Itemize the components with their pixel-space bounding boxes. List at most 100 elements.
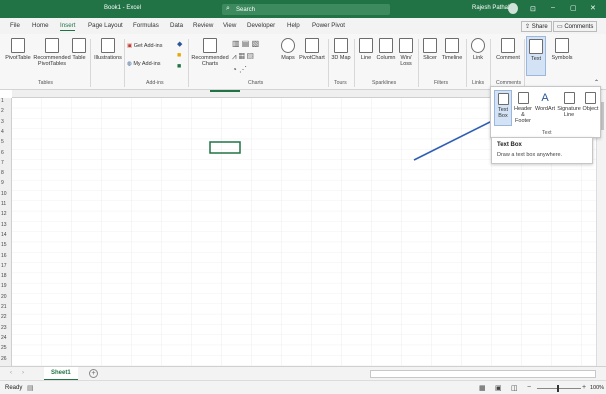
header-footer-button[interactable]: Header & Footer bbox=[513, 92, 533, 124]
page-layout-view-icon[interactable]: ▣ bbox=[495, 384, 502, 392]
row-number[interactable]: 19 bbox=[1, 283, 11, 289]
row-number[interactable]: 12 bbox=[1, 211, 11, 217]
row-number[interactable]: 11 bbox=[1, 201, 11, 207]
tab-data[interactable]: Data bbox=[170, 22, 183, 29]
minimize-button[interactable]: – bbox=[551, 4, 555, 11]
search-placeholder: Search bbox=[236, 6, 256, 13]
pie-chart-icon[interactable]: ◔ ⋰ bbox=[232, 65, 247, 74]
avatar[interactable] bbox=[508, 3, 518, 14]
row-number[interactable]: 21 bbox=[1, 304, 11, 310]
row-number[interactable]: 22 bbox=[1, 314, 11, 320]
add-sheet-icon[interactable]: + bbox=[89, 369, 98, 378]
zoom-level[interactable]: 100% bbox=[590, 385, 604, 391]
comments-button[interactable]: ▭ Comments bbox=[553, 21, 598, 32]
comment-label: Comment bbox=[496, 55, 520, 61]
row-number[interactable]: 20 bbox=[1, 294, 11, 300]
get-addins-button[interactable]: ▣ Get Add-ins bbox=[127, 43, 162, 49]
timeline-button[interactable]: Timeline bbox=[440, 38, 464, 61]
zoom-in-icon[interactable]: + bbox=[582, 384, 586, 391]
zoom-slider-handle[interactable] bbox=[557, 385, 559, 392]
row-number[interactable]: 2 bbox=[1, 108, 11, 114]
tab-view[interactable]: View bbox=[223, 22, 236, 29]
row-number[interactable]: 17 bbox=[1, 263, 11, 269]
column-chart-icon[interactable]: ▥ ▤ ▧ bbox=[232, 39, 259, 48]
tab-formulas[interactable]: Formulas bbox=[133, 22, 159, 29]
tab-review[interactable]: Review bbox=[193, 22, 213, 29]
tab-file[interactable]: File bbox=[10, 22, 20, 29]
row-number[interactable]: 3 bbox=[1, 119, 11, 125]
row-number[interactable]: 24 bbox=[1, 335, 11, 341]
signature-icon bbox=[563, 92, 575, 104]
row-number[interactable]: 1 bbox=[1, 98, 11, 104]
macro-recording-icon[interactable]: ▤ bbox=[27, 384, 34, 392]
share-button[interactable]: ⇪ Share bbox=[521, 21, 552, 32]
pivotchart-label: PivotChart bbox=[299, 55, 325, 61]
people-graph-icon[interactable]: ■ bbox=[177, 52, 181, 59]
recommended-charts-button[interactable]: Recommended Charts bbox=[191, 38, 229, 67]
ribbon-display-icon[interactable]: ⊡ bbox=[530, 5, 536, 13]
row-number[interactable]: 15 bbox=[1, 242, 11, 248]
symbols-button[interactable]: Symbols bbox=[549, 38, 575, 61]
sheet-tab-sheet1[interactable]: Sheet1 bbox=[44, 367, 78, 381]
group-sparklines: Sparklines bbox=[372, 80, 397, 86]
wordart-button[interactable]: A WordArt bbox=[534, 92, 556, 112]
comment-button[interactable]: Comment bbox=[493, 38, 523, 61]
sparkline-winloss-icon bbox=[399, 38, 413, 53]
collapse-ribbon-icon[interactable]: ⌃ bbox=[594, 79, 599, 86]
my-addins-button[interactable]: ◍ My Add-ins bbox=[127, 61, 161, 67]
header-footer-icon bbox=[517, 92, 529, 104]
tooltip-description: Draw a text box anywhere. bbox=[497, 152, 563, 158]
user-name[interactable]: Rajesh Pathak bbox=[472, 5, 511, 11]
bing-maps-icon[interactable]: ◆ bbox=[177, 40, 182, 48]
tab-developer[interactable]: Developer bbox=[247, 22, 275, 29]
textbox-button[interactable]: Text Box bbox=[494, 90, 512, 126]
row-number[interactable]: 16 bbox=[1, 253, 11, 259]
row-number[interactable]: 8 bbox=[1, 170, 11, 176]
zoom-slider[interactable] bbox=[537, 388, 581, 389]
tab-insert[interactable]: Insert bbox=[60, 22, 76, 31]
row-number[interactable]: 26 bbox=[1, 356, 11, 362]
row-number[interactable]: 13 bbox=[1, 222, 11, 228]
tab-home[interactable]: Home bbox=[32, 22, 49, 29]
tab-help[interactable]: Help bbox=[287, 22, 300, 29]
recommended-pivottables-button[interactable]: Recommended PivotTables bbox=[33, 38, 71, 67]
share-icon: ⇪ bbox=[525, 24, 532, 30]
tab-power-pivot[interactable]: Power Pivot bbox=[312, 22, 345, 29]
row-number[interactable]: 14 bbox=[1, 232, 11, 238]
horizontal-scrollbar[interactable] bbox=[370, 370, 596, 378]
pivottable-button[interactable]: PivotTable bbox=[4, 38, 32, 61]
next-sheet-icon[interactable]: › bbox=[22, 370, 24, 376]
row-number[interactable]: 10 bbox=[1, 191, 11, 197]
row-number[interactable]: 23 bbox=[1, 325, 11, 331]
row-number[interactable]: 4 bbox=[1, 129, 11, 135]
sparkline-column-button[interactable]: Column bbox=[375, 38, 397, 61]
sparkline-winloss-button[interactable]: Win/ Loss bbox=[397, 38, 415, 67]
zoom-out-icon[interactable]: − bbox=[527, 384, 531, 391]
signature-line-button[interactable]: Signature Line bbox=[557, 92, 581, 118]
maps-button[interactable]: Maps bbox=[278, 38, 298, 61]
row-number[interactable]: 9 bbox=[1, 180, 11, 186]
tab-page-layout[interactable]: Page Layout bbox=[88, 22, 123, 29]
row-number[interactable]: 18 bbox=[1, 273, 11, 279]
slicer-button[interactable]: Slicer bbox=[421, 38, 439, 61]
3d-map-button[interactable]: 3D Map bbox=[330, 38, 352, 61]
illustrations-button[interactable]: Illustrations bbox=[93, 38, 123, 61]
close-button[interactable]: ✕ bbox=[590, 4, 596, 12]
prev-sheet-icon[interactable]: ‹ bbox=[10, 370, 12, 376]
row-number[interactable]: 5 bbox=[1, 139, 11, 145]
text-button[interactable]: Text bbox=[526, 36, 546, 76]
object-button[interactable]: Object bbox=[581, 92, 600, 112]
line-chart-icon[interactable]: ⩘ ▦ ▨ bbox=[232, 52, 253, 62]
row-number[interactable]: 25 bbox=[1, 345, 11, 351]
table-button[interactable]: Table bbox=[70, 38, 88, 61]
link-button[interactable]: Link bbox=[469, 38, 487, 61]
row-number[interactable]: 6 bbox=[1, 150, 11, 156]
sparkline-line-button[interactable]: Line bbox=[357, 38, 375, 61]
normal-view-icon[interactable]: ▦ bbox=[479, 384, 486, 392]
visio-icon[interactable]: ■ bbox=[177, 63, 181, 70]
search-box[interactable]: ⌕ Search bbox=[222, 4, 390, 15]
restore-button[interactable]: ▢ bbox=[570, 4, 577, 12]
page-break-view-icon[interactable]: ◫ bbox=[511, 384, 518, 392]
pivotchart-button[interactable]: PivotChart bbox=[298, 38, 326, 61]
row-number[interactable]: 7 bbox=[1, 160, 11, 166]
